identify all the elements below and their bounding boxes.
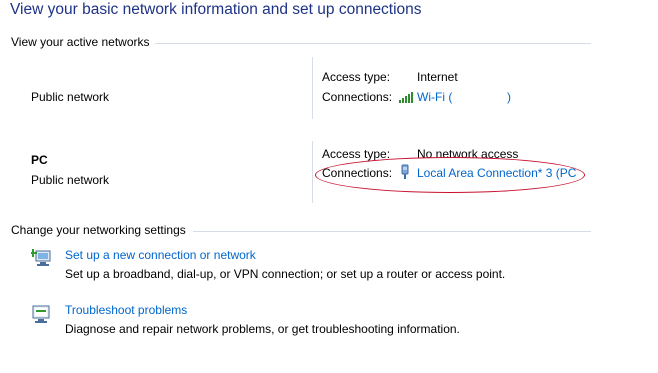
networking-settings-section-label: Change your networking settings [11,223,186,237]
section-divider [193,231,591,232]
network-1-connections-label: Connections: [322,90,393,104]
troubleshoot-description: Diagnose and repair network problems, or… [65,322,460,336]
network-1-access-type-value: Internet [417,70,458,84]
active-networks-section-label: View your active networks [11,35,150,49]
troubleshoot-icon[interactable] [31,304,51,327]
setup-connection-link[interactable]: Set up a new connection or network [65,248,256,262]
network-1-divider [312,57,313,119]
network-1-category: Public network [31,90,110,104]
network-2-category: Public network [31,173,110,187]
setup-connection-description: Set up a broadband, dial-up, or VPN conn… [65,267,506,281]
new-connection-icon[interactable] [29,247,53,272]
page-title: View your basic network information and … [10,1,422,18]
network-2-name: PC [31,153,48,167]
troubleshoot-link[interactable]: Troubleshoot problems [65,303,187,317]
section-divider [155,43,591,44]
network-1-connection-link-close[interactable]: ) [507,90,511,104]
network-2-divider [312,141,313,203]
network-1-connection-link[interactable]: Wi-Fi ( [417,90,452,104]
wifi-signal-icon[interactable] [398,91,414,106]
network-1-access-type-label: Access type: [322,70,391,84]
annotation-ellipse [315,157,585,193]
